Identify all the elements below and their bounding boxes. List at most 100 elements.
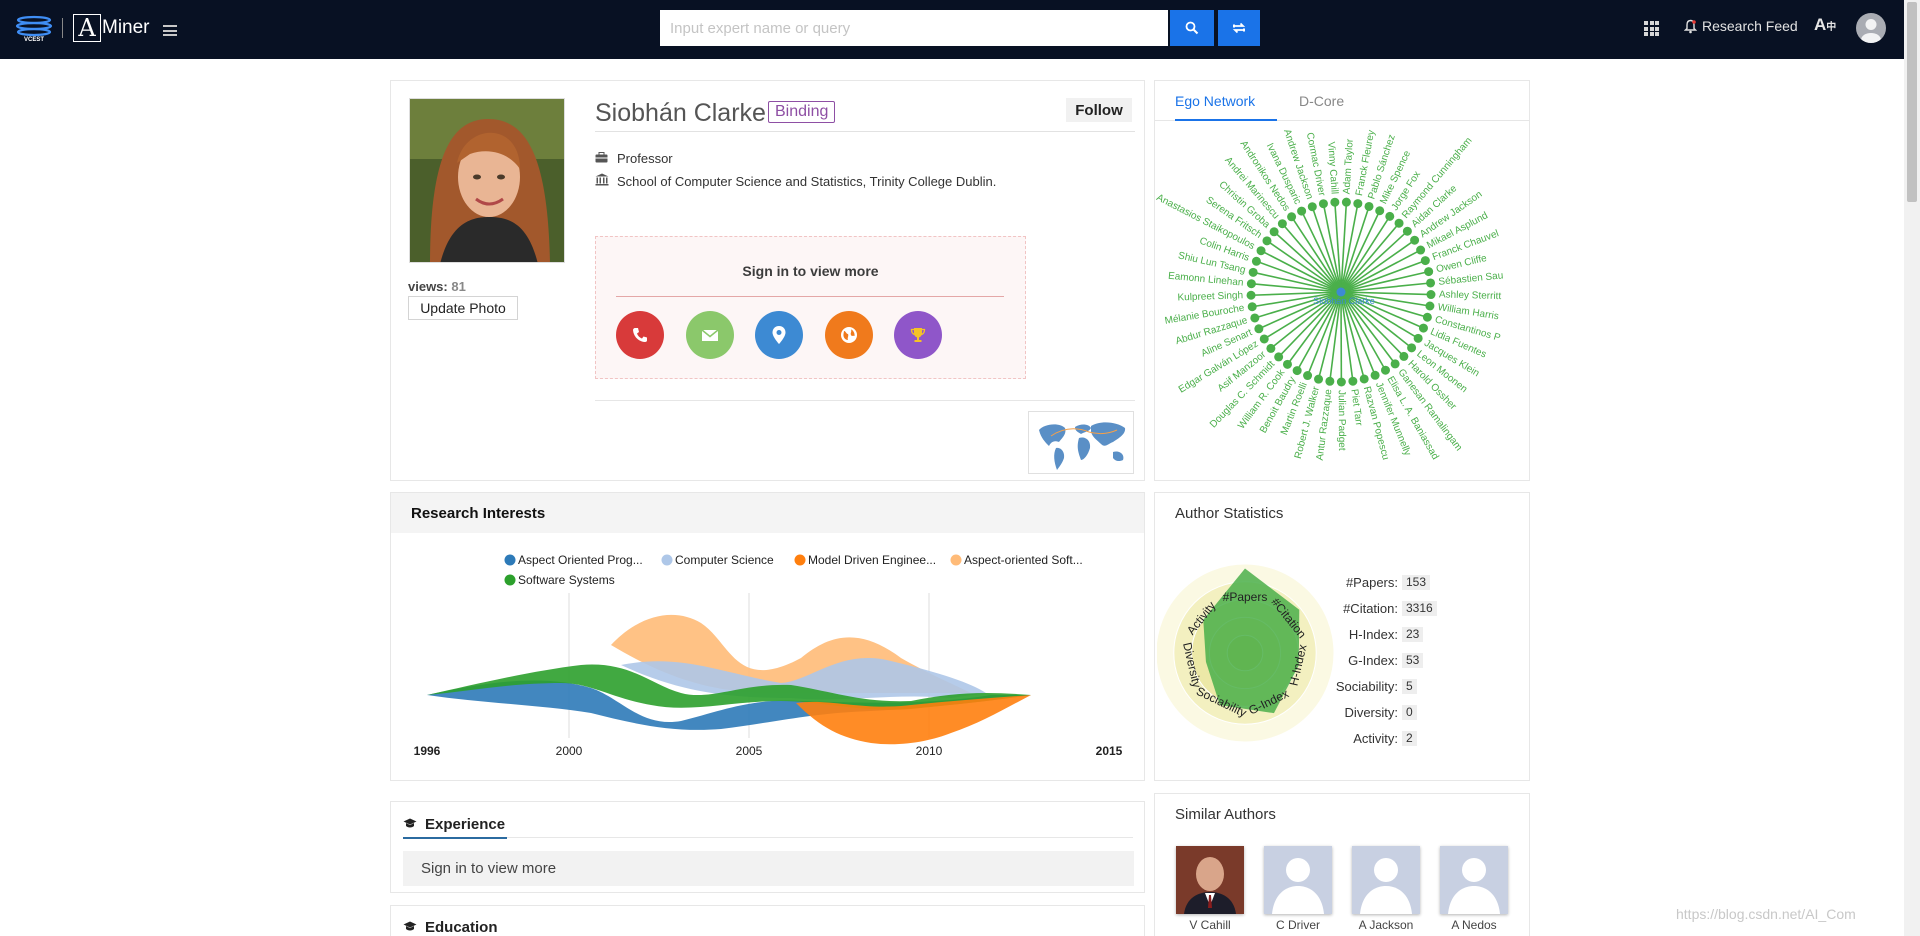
location-icon[interactable] [755, 311, 803, 359]
ego-node[interactable] [1297, 206, 1307, 216]
ego-node[interactable] [1330, 197, 1340, 207]
ego-node[interactable] [1418, 323, 1428, 333]
ego-node[interactable] [1246, 279, 1256, 289]
legend-label[interactable]: Model Driven Enginee... [808, 553, 936, 567]
similar-author[interactable]: A Jackson [1351, 846, 1421, 932]
scrollbar-thumb[interactable] [1907, 2, 1917, 202]
ego-node[interactable] [1390, 359, 1400, 369]
world-map-icon [1039, 422, 1126, 470]
world-map-button[interactable] [1028, 411, 1134, 474]
similar-author[interactable]: A Nedos [1439, 846, 1509, 932]
ego-node[interactable] [1359, 374, 1369, 384]
ego-node[interactable] [1420, 256, 1430, 266]
ego-node[interactable] [1416, 245, 1426, 255]
aminer-logo[interactable]: A Miner [73, 13, 150, 43]
ego-node[interactable] [1248, 267, 1258, 277]
ego-node[interactable] [1353, 199, 1363, 209]
logo-separator [62, 18, 63, 38]
ego-node[interactable] [1402, 226, 1412, 236]
ego-node[interactable] [1399, 351, 1409, 361]
legend-label[interactable]: Software Systems [518, 573, 615, 587]
follow-button[interactable]: Follow [1066, 98, 1132, 122]
ego-node-label[interactable]: Piet Tarr [1348, 388, 1364, 427]
tab-d-core[interactable]: D-Core [1299, 81, 1344, 121]
ego-node[interactable] [1422, 312, 1432, 322]
user-icon[interactable] [1856, 13, 1886, 43]
binding-button[interactable]: Binding [768, 101, 836, 123]
ego-node-label[interactable]: Vinny Cahill [1325, 141, 1340, 194]
ego-node[interactable] [1407, 343, 1417, 353]
search-button[interactable] [1170, 10, 1214, 46]
legend-label[interactable]: Aspect Oriented Prog... [518, 553, 643, 567]
update-photo-button[interactable]: Update Photo [408, 296, 518, 320]
ego-node[interactable] [1410, 235, 1420, 245]
ego-node[interactable] [1425, 301, 1435, 311]
ego-network-card: Ego Network D-Core Adam Taylor Franck Fle… [1154, 80, 1530, 481]
ego-node[interactable] [1262, 236, 1272, 246]
ego-node[interactable] [1424, 267, 1434, 277]
experience-signin-link[interactable]: Sign in to view more [403, 851, 1134, 886]
legend-label[interactable]: Aspect-oriented Soft... [964, 553, 1083, 567]
ego-network-graph[interactable]: Adam TaylorFranck FleureyPablo SánchezMi… [1155, 122, 1529, 480]
experience-underline [403, 837, 507, 839]
ego-node[interactable] [1287, 212, 1297, 222]
ego-node[interactable] [1266, 343, 1276, 353]
legend-label[interactable]: Computer Science [675, 553, 774, 567]
ego-node[interactable] [1246, 290, 1256, 300]
ego-node-label[interactable]: Kulpreet Singh [1177, 290, 1243, 303]
stat-row: #Citation: 3316 [1315, 601, 1455, 616]
ego-node[interactable] [1303, 371, 1313, 381]
ego-node[interactable] [1380, 365, 1390, 375]
ego-node[interactable] [1341, 197, 1351, 207]
ego-node-label[interactable]: Julian Padget [1336, 390, 1347, 451]
search-input[interactable] [660, 10, 1168, 46]
globe-icon[interactable] [825, 311, 873, 359]
ego-node[interactable] [1259, 334, 1269, 344]
ego-node[interactable] [1251, 256, 1261, 266]
tab-ego-network[interactable]: Ego Network [1175, 81, 1277, 121]
ego-node[interactable] [1269, 227, 1279, 237]
ego-node[interactable] [1292, 366, 1302, 376]
trophy-icon[interactable] [894, 311, 942, 359]
ego-node[interactable] [1413, 333, 1423, 343]
ego-node[interactable] [1364, 201, 1374, 211]
ego-node[interactable] [1277, 219, 1287, 229]
ego-node[interactable] [1282, 359, 1292, 369]
swap-button[interactable] [1218, 10, 1260, 46]
ego-node[interactable] [1336, 377, 1346, 387]
page-scrollbar[interactable] [1904, 0, 1920, 936]
ego-node[interactable] [1247, 302, 1257, 312]
ego-node[interactable] [1394, 218, 1404, 228]
ego-node[interactable] [1314, 374, 1324, 384]
email-icon[interactable] [686, 311, 734, 359]
ego-node[interactable] [1318, 199, 1328, 209]
signin-link[interactable]: Sign in to view more [596, 263, 1025, 279]
ego-node[interactable] [1274, 352, 1284, 362]
translate-icon[interactable]: A中 [1814, 15, 1836, 35]
research-interests-chart[interactable]: Aspect Oriented Prog... Computer Science M… [391, 533, 1144, 780]
ego-node[interactable] [1426, 278, 1436, 288]
menu-icon[interactable] [163, 25, 177, 36]
vcest-logo[interactable]: VCEST [14, 13, 54, 43]
similar-author[interactable]: V Cahill [1175, 846, 1245, 932]
ego-node[interactable] [1385, 211, 1395, 221]
search-icon [1185, 21, 1199, 35]
ego-node[interactable] [1250, 313, 1260, 323]
ego-node[interactable] [1254, 324, 1264, 334]
ego-node[interactable] [1426, 290, 1436, 300]
graduation-cap-icon [403, 920, 417, 935]
ego-node[interactable] [1256, 246, 1266, 256]
ego-node[interactable] [1370, 370, 1380, 380]
ego-node[interactable] [1325, 376, 1335, 386]
similar-author[interactable]: C Driver [1263, 846, 1333, 932]
ego-node[interactable] [1307, 202, 1317, 212]
ego-node[interactable] [1375, 206, 1385, 216]
apps-icon[interactable] [1644, 21, 1659, 36]
ego-node-label[interactable]: Ashley Sterritt [1439, 289, 1502, 302]
ego-node-label[interactable]: Sébastien Sau [1438, 270, 1504, 287]
research-feed-link[interactable]: Research Feed [1684, 18, 1798, 34]
phone-icon[interactable] [616, 311, 664, 359]
ego-node-label[interactable]: Adam Taylor [1342, 138, 1356, 195]
ego-node[interactable] [1348, 376, 1358, 386]
stat-value: 2 [1402, 731, 1417, 746]
